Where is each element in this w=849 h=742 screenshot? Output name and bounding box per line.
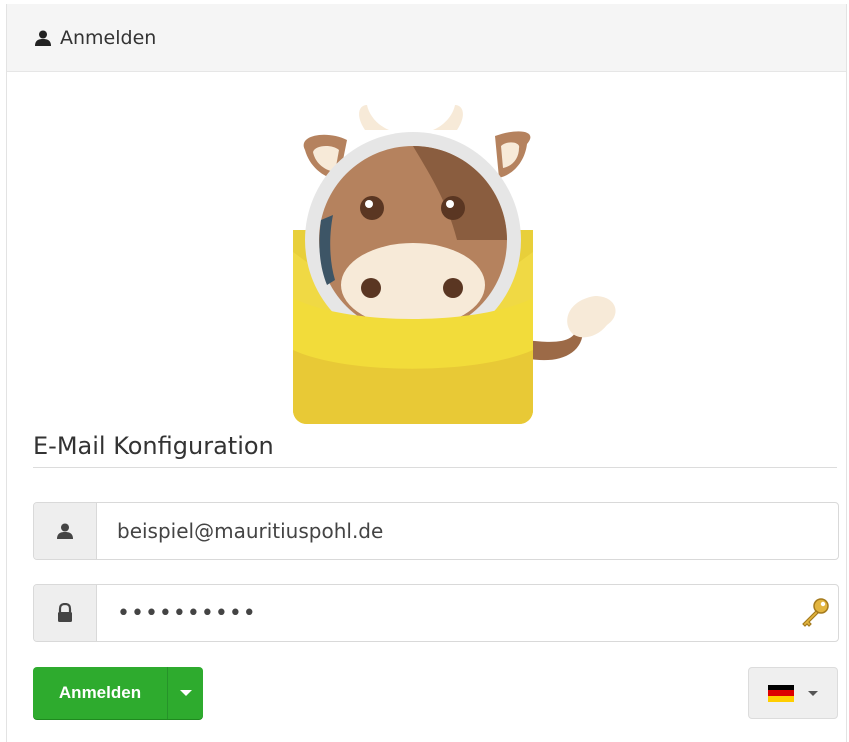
panel-title: Anmelden	[60, 26, 157, 49]
login-options-toggle[interactable]	[168, 667, 203, 719]
login-panel: Anmelden E-Mail Konfiguration beispiel@m…	[6, 4, 847, 742]
section-divider	[33, 467, 837, 468]
password-manager-button[interactable]	[790, 585, 838, 641]
password-input[interactable]: ••••••••••	[97, 585, 790, 641]
user-icon	[57, 523, 73, 539]
section-title: E-Mail Konfiguration	[33, 432, 274, 460]
email-field[interactable]: beispiel@mauritiuspohl.de	[33, 502, 839, 560]
email-addon	[34, 503, 97, 559]
chevron-down-icon	[179, 690, 192, 696]
german-flag-icon	[768, 684, 794, 702]
panel-header: Anmelden	[7, 4, 846, 72]
login-button-group: Anmelden	[33, 667, 203, 719]
cow-envelope-logo	[293, 105, 616, 424]
login-button[interactable]: Anmelden	[33, 667, 168, 719]
password-addon	[34, 585, 97, 641]
lock-icon	[58, 603, 72, 622]
password-field[interactable]: ••••••••••	[33, 584, 839, 642]
chevron-down-icon	[808, 690, 818, 696]
language-select[interactable]	[748, 667, 838, 719]
email-input[interactable]: beispiel@mauritiuspohl.de	[97, 503, 838, 559]
user-icon	[35, 30, 51, 46]
key-icon	[802, 598, 829, 627]
